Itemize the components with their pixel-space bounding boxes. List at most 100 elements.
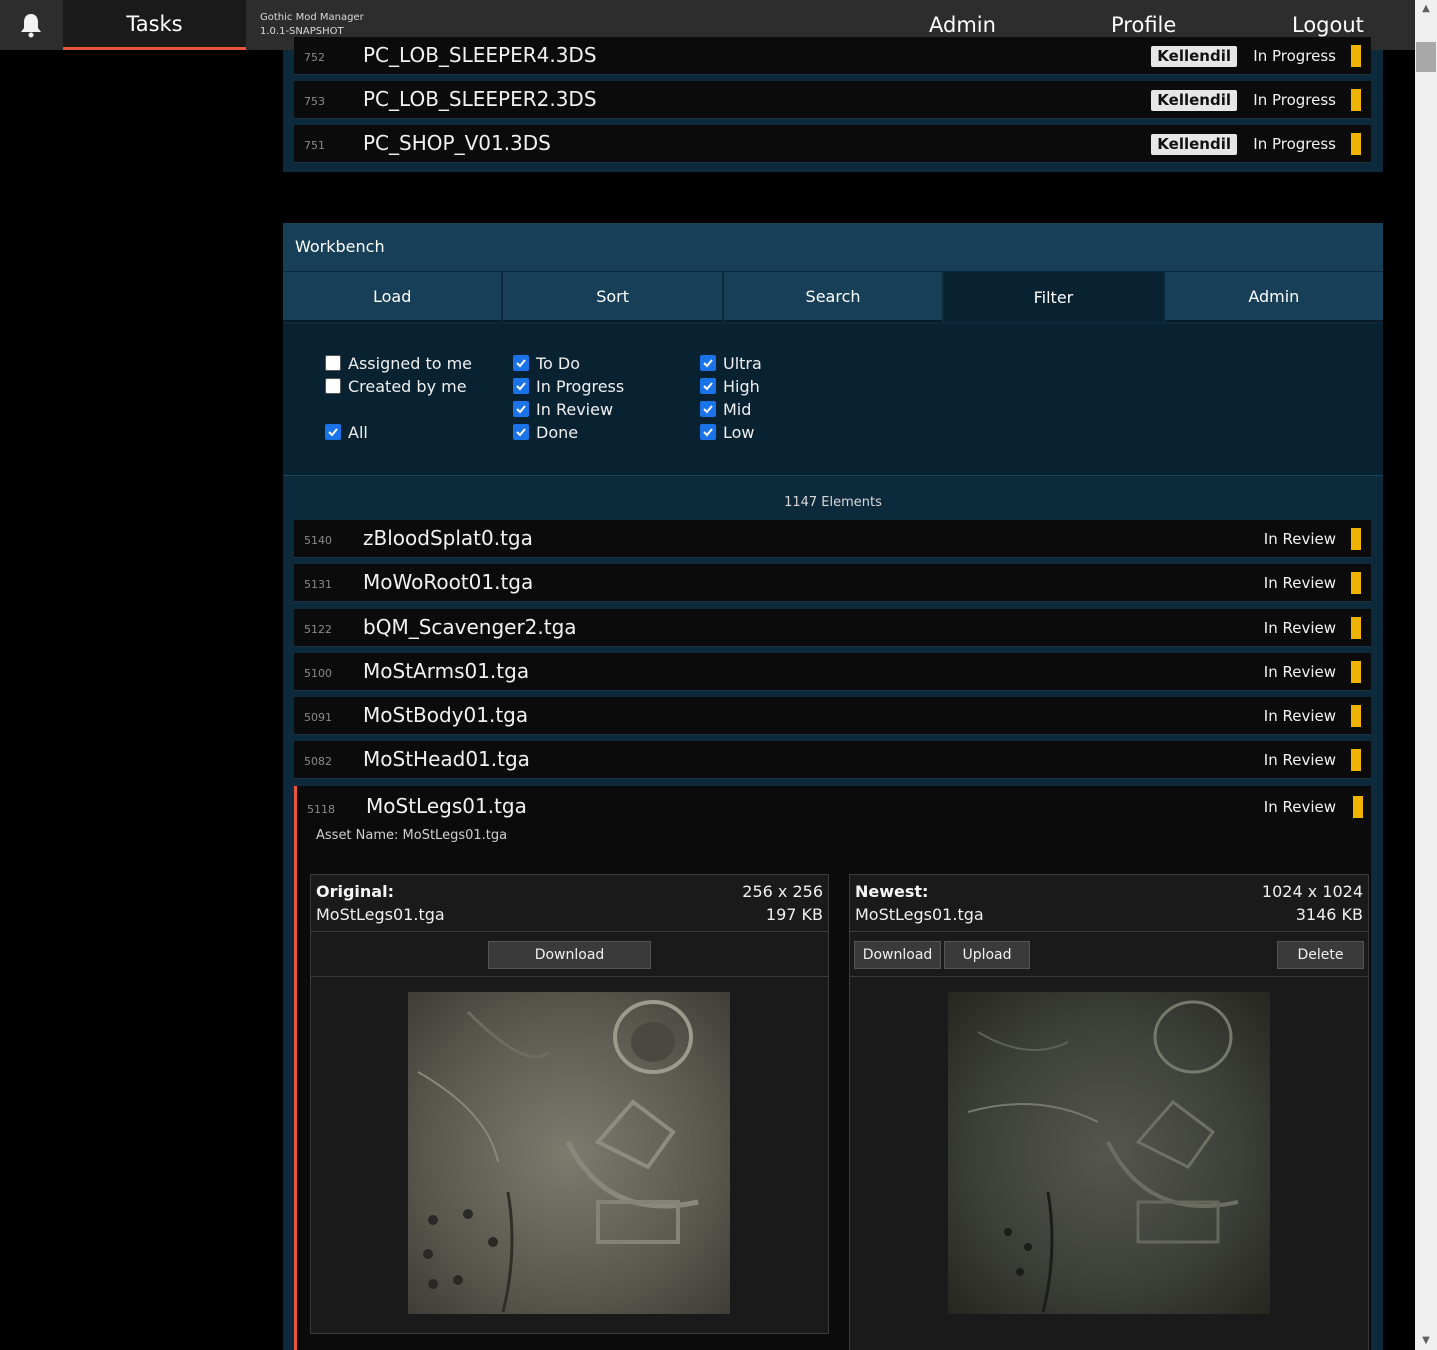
filter-priority-mid[interactable]: Mid xyxy=(700,399,751,419)
row-id: 5131 xyxy=(304,578,332,591)
check-icon[interactable] xyxy=(700,378,716,394)
element-count: 1147 Elements xyxy=(784,495,882,510)
checkbox-label: All xyxy=(348,422,368,442)
row-name: MoStArms01.tga xyxy=(363,659,530,683)
status-label: In Progress xyxy=(1253,47,1336,65)
checkbox-label: Ultra xyxy=(723,353,762,373)
bell-icon[interactable] xyxy=(0,0,62,50)
check-icon[interactable] xyxy=(325,424,341,440)
row-name: MoStBody01.tga xyxy=(363,703,529,727)
check-icon[interactable] xyxy=(513,355,529,371)
upload-button[interactable]: Upload xyxy=(944,941,1030,969)
checkbox-label: In Progress xyxy=(536,376,625,396)
status-indicator xyxy=(1351,45,1361,67)
row-id: 5100 xyxy=(304,667,332,680)
filter-priority-low[interactable]: Low xyxy=(700,422,755,442)
check-icon[interactable] xyxy=(513,401,529,417)
filter-status-done[interactable]: Done xyxy=(513,422,578,442)
page-scrollbar[interactable]: ▲ ▼ xyxy=(1415,0,1437,1350)
table-row[interactable]: 5082 MoStHead01.tga In Review xyxy=(294,741,1371,779)
workbench-title: Workbench xyxy=(283,223,1383,271)
nav-tasks[interactable]: Tasks xyxy=(63,0,246,50)
filter-assigned-to-me[interactable]: Assigned to me xyxy=(325,353,472,373)
download-button[interactable]: Download xyxy=(488,941,651,969)
chevron-down-icon[interactable]: ▼ xyxy=(1415,1332,1437,1350)
image-dimensions: 256 x 256 xyxy=(742,882,823,901)
row-id: 5122 xyxy=(304,623,332,636)
tab-sort[interactable]: Sort xyxy=(503,272,722,322)
texture-preview xyxy=(948,992,1270,1314)
row-id: 5091 xyxy=(304,711,332,724)
checkbox[interactable] xyxy=(325,355,341,371)
check-icon[interactable] xyxy=(700,401,716,417)
check-icon[interactable] xyxy=(513,424,529,440)
file-size: 3146 KB xyxy=(1295,905,1363,924)
table-row[interactable]: 5122 bQM_Scavenger2.tga In Review xyxy=(294,609,1371,647)
table-row[interactable]: 5100 MoStArms01.tga In Review xyxy=(294,653,1371,691)
tab-load[interactable]: Load xyxy=(283,272,502,322)
tab-filter[interactable]: Filter xyxy=(944,272,1163,322)
filter-created-by-me[interactable]: Created by me xyxy=(325,376,467,396)
status-indicator xyxy=(1353,796,1363,818)
filter-status-in-review[interactable]: In Review xyxy=(513,399,613,419)
filter-status-todo[interactable]: To Do xyxy=(513,353,580,373)
row-name: MoStHead01.tga xyxy=(363,747,530,771)
checkbox-label: Created by me xyxy=(348,376,467,396)
download-button[interactable]: Download xyxy=(854,941,941,969)
filter-panel: Assigned to me Created by me All To Do I… xyxy=(283,324,1383,476)
table-row[interactable]: 5091 MoStBody01.tga In Review xyxy=(294,697,1371,735)
check-icon[interactable] xyxy=(513,378,529,394)
image-dimensions: 1024 x 1024 xyxy=(1261,882,1363,901)
row-id: 5140 xyxy=(304,534,332,547)
row-id: 751 xyxy=(304,139,325,152)
table-row[interactable]: 752 PC_LOB_SLEEPER4.3DS Kellendil In Pro… xyxy=(294,37,1371,75)
row-id: 5118 xyxy=(307,803,335,816)
filter-status-in-progress[interactable]: In Progress xyxy=(513,376,624,396)
status-label: In Progress xyxy=(1253,91,1336,109)
status-label: In Review xyxy=(1263,619,1336,637)
filter-priority-high[interactable]: High xyxy=(700,376,760,396)
filter-priority-ultra[interactable]: Ultra xyxy=(700,353,762,373)
check-icon[interactable] xyxy=(700,424,716,440)
row-name: PC_SHOP_V01.3DS xyxy=(363,131,551,155)
filter-all[interactable]: All xyxy=(325,422,368,442)
row-name: zBloodSplat0.tga xyxy=(363,526,533,550)
scrollbar-thumb[interactable] xyxy=(1416,42,1436,72)
expanded-task-row[interactable]: 5118 MoStLegs01.tga In Review Asset Name… xyxy=(294,786,1371,1350)
row-name: PC_LOB_SLEEPER4.3DS xyxy=(363,43,597,67)
workbench-tabs: Load Sort Search Filter Admin xyxy=(283,272,1384,322)
table-row[interactable]: 753 PC_LOB_SLEEPER2.3DS Kellendil In Pro… xyxy=(294,81,1371,119)
checkbox-label: Mid xyxy=(723,399,752,419)
card-header: Original: MoStLegs01.tga 256 x 256 197 K… xyxy=(311,875,828,932)
row-name: MoStLegs01.tga xyxy=(366,794,527,818)
assignee-badge: Kellendil xyxy=(1151,90,1237,111)
tab-search[interactable]: Search xyxy=(723,272,943,322)
original-asset-card: Original: MoStLegs01.tga 256 x 256 197 K… xyxy=(310,874,829,1334)
row-id: 752 xyxy=(304,51,325,64)
app-name: Gothic Mod Manager xyxy=(260,12,364,23)
file-size: 197 KB xyxy=(765,905,823,924)
delete-button[interactable]: Delete xyxy=(1277,941,1364,969)
assignee-badge: Kellendil xyxy=(1151,134,1237,155)
tab-admin[interactable]: Admin xyxy=(1164,272,1384,322)
row-name: MoWoRoot01.tga xyxy=(363,570,534,594)
table-row[interactable]: 5131 MoWoRoot01.tga In Review xyxy=(294,564,1371,602)
chevron-up-icon[interactable]: ▲ xyxy=(1415,0,1437,18)
table-row[interactable]: 5140 zBloodSplat0.tga In Review xyxy=(294,520,1371,558)
checkbox-label: Done xyxy=(536,422,579,442)
asset-name: Asset Name: MoStLegs01.tga xyxy=(316,828,508,843)
checkbox[interactable] xyxy=(325,378,341,394)
status-label: In Progress xyxy=(1253,135,1336,153)
card-actions: Download Upload Delete xyxy=(850,933,1368,977)
row-name: PC_LOB_SLEEPER2.3DS xyxy=(363,87,597,111)
assignee-badge: Kellendil xyxy=(1151,46,1237,67)
app-title: Gothic Mod Manager 1.0.1-SNAPSHOT xyxy=(260,11,364,39)
row-id: 753 xyxy=(304,95,325,108)
card-actions: Download xyxy=(311,933,828,977)
status-label: In Review xyxy=(1263,574,1336,592)
table-row[interactable]: 751 PC_SHOP_V01.3DS Kellendil In Progres… xyxy=(294,125,1371,163)
status-indicator xyxy=(1351,89,1361,111)
status-label: In Review xyxy=(1263,707,1336,725)
status-label: In Review xyxy=(1263,798,1336,816)
check-icon[interactable] xyxy=(700,355,716,371)
